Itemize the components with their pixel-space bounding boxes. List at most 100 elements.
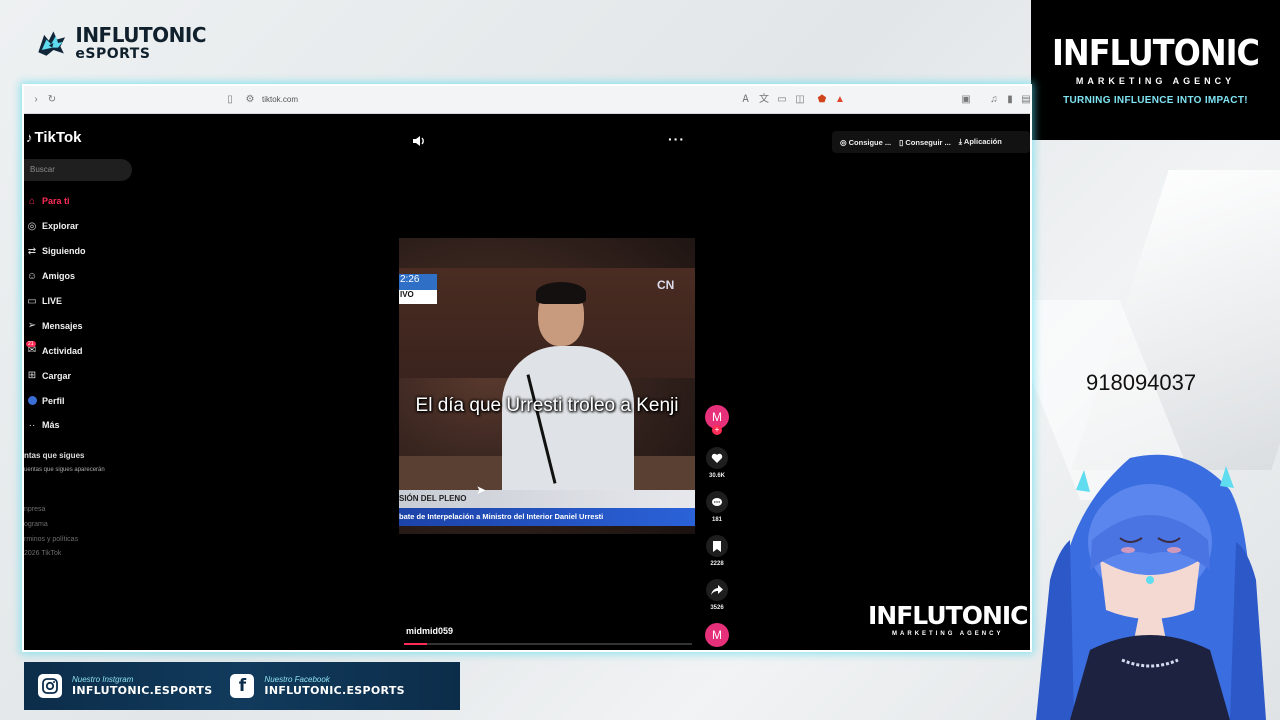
nav-item-explorar[interactable]: ◎ Explorar <box>24 214 154 239</box>
facebook-icon: f <box>230 674 255 698</box>
translate-icon[interactable]: Ꭺ <box>740 94 752 106</box>
heart-icon <box>706 447 728 469</box>
nav-label: Actividad <box>42 345 83 356</box>
facebook-link[interactable]: f Nuestro Facebook INFLUTONIC.ESPORTS <box>230 674 405 698</box>
vtuber-avatar <box>1036 454 1266 720</box>
more-icon: ·· <box>28 419 36 431</box>
mouse-cursor-icon: ➤ <box>476 483 487 497</box>
watermark-agency: MARKETING AGENCY <box>892 631 1004 637</box>
nav-label: Más <box>42 420 60 431</box>
video-username[interactable]: midmid059 <box>406 626 453 636</box>
bookmark-icon[interactable]: ▯ <box>224 94 236 106</box>
nav-item-para-ti[interactable]: ⌂ Para ti <box>24 189 154 214</box>
cast-icon[interactable]: ▭ <box>776 94 788 106</box>
esports-logo: INFLUTONIC eSPORTS <box>36 18 206 68</box>
nav-label: Siguiendo <box>42 246 86 257</box>
save-count: 2228 <box>710 561 724 567</box>
video-person-hair <box>536 282 586 304</box>
instagram-link[interactable]: Nuestro Instgram INFLUTONIC.ESPORTS <box>38 674 212 698</box>
tiktok-page: ♪ TikTok Buscar ⌂ Para ti ◎ Explorar ⇄ S… <box>24 115 1030 650</box>
lower-third-subtitle: bate de Interpelación a Ministro del Int… <box>399 508 695 526</box>
following-icon: ⇄ <box>27 245 37 257</box>
nav-item-mas[interactable]: ·· Más <box>24 413 154 438</box>
following-accounts-heading: ntas que sigues <box>24 451 85 460</box>
tiktok-note-icon: ♪ <box>26 130 33 145</box>
wallet-icon[interactable]: ▤ <box>1020 94 1030 106</box>
search-placeholder: Buscar <box>30 165 55 174</box>
screenshot-icon[interactable]: ▣ <box>960 94 972 106</box>
instagram-handle: INFLUTONIC.ESPORTS <box>72 684 213 697</box>
brand-name: INFLUTONIC <box>1052 32 1260 74</box>
footer-copyright: 2026 TikTok <box>24 550 62 557</box>
search-input[interactable]: Buscar <box>24 159 132 181</box>
share-count: 3526 <box>710 605 724 611</box>
reload-icon[interactable]: ↻ <box>46 94 58 106</box>
brave-shield-icon[interactable]: ⬟ <box>816 94 828 106</box>
more-options-icon[interactable]: ··· <box>668 131 685 147</box>
activity-badge: 21 <box>26 341 36 348</box>
profile-icon <box>24 394 40 408</box>
nav-label: LIVE <box>42 296 63 306</box>
facebook-label: Nuestro Facebook <box>264 675 330 684</box>
extension-icon[interactable]: ◫ <box>794 94 806 106</box>
nav-item-perfil[interactable]: Perfil <box>24 388 154 413</box>
nav-label: Mensajes <box>42 320 83 331</box>
comment-action[interactable]: 181 <box>702 491 732 523</box>
share-icon <box>706 579 728 601</box>
nav-label: Explorar <box>42 221 79 232</box>
broadcast-live-tag: IVO <box>399 290 437 304</box>
follow-plus-icon[interactable]: + <box>712 425 722 435</box>
site-settings-icon[interactable]: ⚙ <box>244 94 256 106</box>
live-icon: ▭ <box>27 295 37 307</box>
lower-third-title: SIÓN DEL PLENO <box>399 490 695 508</box>
broadcast-timestamp: 2:26 <box>399 274 437 290</box>
sidebar-nav: ⌂ Para ti ◎ Explorar ⇄ Siguiendo ☺ Amigo… <box>24 189 154 438</box>
nav-label: Amigos <box>42 271 76 282</box>
comment-count: 181 <box>711 517 722 523</box>
sound-avatar[interactable]: M <box>705 623 729 647</box>
like-action[interactable]: 30.6K <box>702 447 732 479</box>
volume-icon[interactable] <box>412 135 426 147</box>
nav-label: Cargar <box>42 370 72 381</box>
download-app-button[interactable]: ⤓ Aplicación <box>959 137 1002 147</box>
video-progress-bar[interactable] <box>404 643 692 645</box>
forward-icon[interactable]: › <box>30 94 42 106</box>
brand-panel: INFLUTONIC MARKETING AGENCY TURNING INFL… <box>1031 0 1280 140</box>
get-app-button[interactable]: ▯ Conseguir ... <box>899 138 951 147</box>
phone-number: 918094037 <box>1086 370 1197 395</box>
comment-icon <box>706 491 728 513</box>
sidebar-icon[interactable]: ▮ <box>1004 94 1016 106</box>
broadcast-channel-logo: CN <box>657 278 675 292</box>
following-accounts-subtext: uentas que sigues aparecerán <box>24 467 105 473</box>
nav-label: Para ti <box>42 196 70 207</box>
footer-link[interactable]: ograma <box>24 521 48 528</box>
compass-icon: ◎ <box>27 220 37 232</box>
language-icon[interactable]: 文 <box>758 94 770 106</box>
footer-link[interactable]: npresa <box>24 506 45 513</box>
tiktok-logo[interactable]: ♪ TikTok <box>26 129 81 146</box>
browser-toolbar: › ↻ ▯ ⚙ tiktok.com Ꭺ 文 ▭ ◫ ⬟ ▲ ▣ ♫ ▮ ▤ <box>24 86 1030 114</box>
video-progress-fill <box>404 643 428 645</box>
nav-item-live[interactable]: ▭ LIVE <box>24 289 154 314</box>
get-coins-button[interactable]: ◎ Consigue ... <box>840 138 891 147</box>
rewards-icon[interactable]: ▲ <box>834 94 846 106</box>
nav-item-amigos[interactable]: ☺ Amigos <box>24 264 154 289</box>
nav-item-cargar[interactable]: ⊞ Cargar <box>24 363 154 388</box>
messages-icon: ➢ <box>27 320 37 332</box>
home-icon: ⌂ <box>28 195 36 207</box>
video-player[interactable]: 2:26 IVO CN El día que Urresti troleo a … <box>399 238 695 534</box>
brand-tagline: TURNING INFLUENCE INTO IMPACT! <box>1063 95 1248 106</box>
media-icon[interactable]: ♫ <box>988 94 1000 106</box>
instagram-icon <box>38 674 62 698</box>
address-bar[interactable]: tiktok.com <box>262 95 298 104</box>
footer-link[interactable]: rminos y políticas <box>24 536 78 543</box>
nav-item-mensajes[interactable]: ➢ Mensajes <box>24 313 154 338</box>
nav-item-actividad[interactable]: 21 ✉ Actividad <box>24 338 154 363</box>
nav-item-siguiendo[interactable]: ⇄ Siguiendo <box>24 239 154 264</box>
video-caption: El día que Urresti troleo a Kenji <box>415 395 679 416</box>
friends-icon: ☺ <box>26 270 38 282</box>
save-action[interactable]: 2228 <box>702 535 732 567</box>
social-banner: Nuestro Instgram INFLUTONIC.ESPORTS f Nu… <box>24 662 460 710</box>
share-action[interactable]: 3526 <box>702 579 732 611</box>
watermark-name: INFLUTONIC <box>868 601 1029 630</box>
